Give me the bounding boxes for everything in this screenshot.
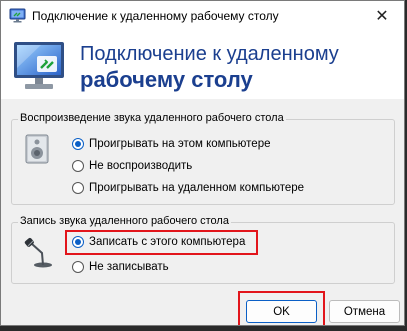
close-icon: ✕ — [375, 8, 389, 25]
header-banner: Подключение к удаленному рабочему столу — [1, 31, 404, 99]
highlight-record-option — [65, 230, 258, 255]
speaker-icon — [25, 134, 49, 164]
microphone-icon — [24, 237, 52, 268]
radio-button[interactable] — [72, 160, 84, 172]
highlight-ok-button — [238, 291, 325, 325]
recording-group-label: Запись звука удаленного рабочего стола — [18, 215, 231, 227]
radio-label: Проигрывать на удаленном компьютере — [89, 182, 305, 194]
rdp-audio-dialog: Подключение к удаленному рабочему столу … — [0, 0, 405, 326]
radio-button[interactable] — [72, 138, 84, 150]
radio-play-local[interactable]: Проигрывать на этом компьютере — [72, 135, 270, 153]
close-button[interactable]: ✕ — [360, 1, 404, 31]
radio-label: Не воспроизводить — [89, 160, 193, 172]
title-bar: Подключение к удаленному рабочему столу … — [1, 1, 404, 31]
window-title: Подключение к удаленному рабочему столу — [32, 9, 279, 23]
background-strip — [0, 326, 407, 331]
remote-desktop-icon — [9, 8, 26, 23]
banner-title-line2: рабочему столу — [80, 67, 253, 92]
radio-button[interactable] — [72, 261, 84, 273]
playback-group-label: Воспроизведение звука удаленного рабочег… — [18, 112, 286, 124]
radio-button[interactable] — [72, 182, 84, 194]
radio-play-remote[interactable]: Проигрывать на удаленном компьютере — [72, 179, 304, 197]
banner-title-line1: Подключение к удаленному — [80, 43, 339, 65]
remote-desktop-large-icon — [14, 42, 64, 89]
radio-no-record[interactable]: Не записывать — [72, 258, 169, 276]
playback-group: Воспроизведение звука удаленного рабочег… — [11, 112, 395, 205]
radio-no-play[interactable]: Не воспроизводить — [72, 157, 192, 175]
cancel-button[interactable]: Отмена — [329, 300, 400, 323]
radio-label: Проигрывать на этом компьютере — [89, 138, 271, 150]
radio-label: Не записывать — [89, 261, 169, 273]
